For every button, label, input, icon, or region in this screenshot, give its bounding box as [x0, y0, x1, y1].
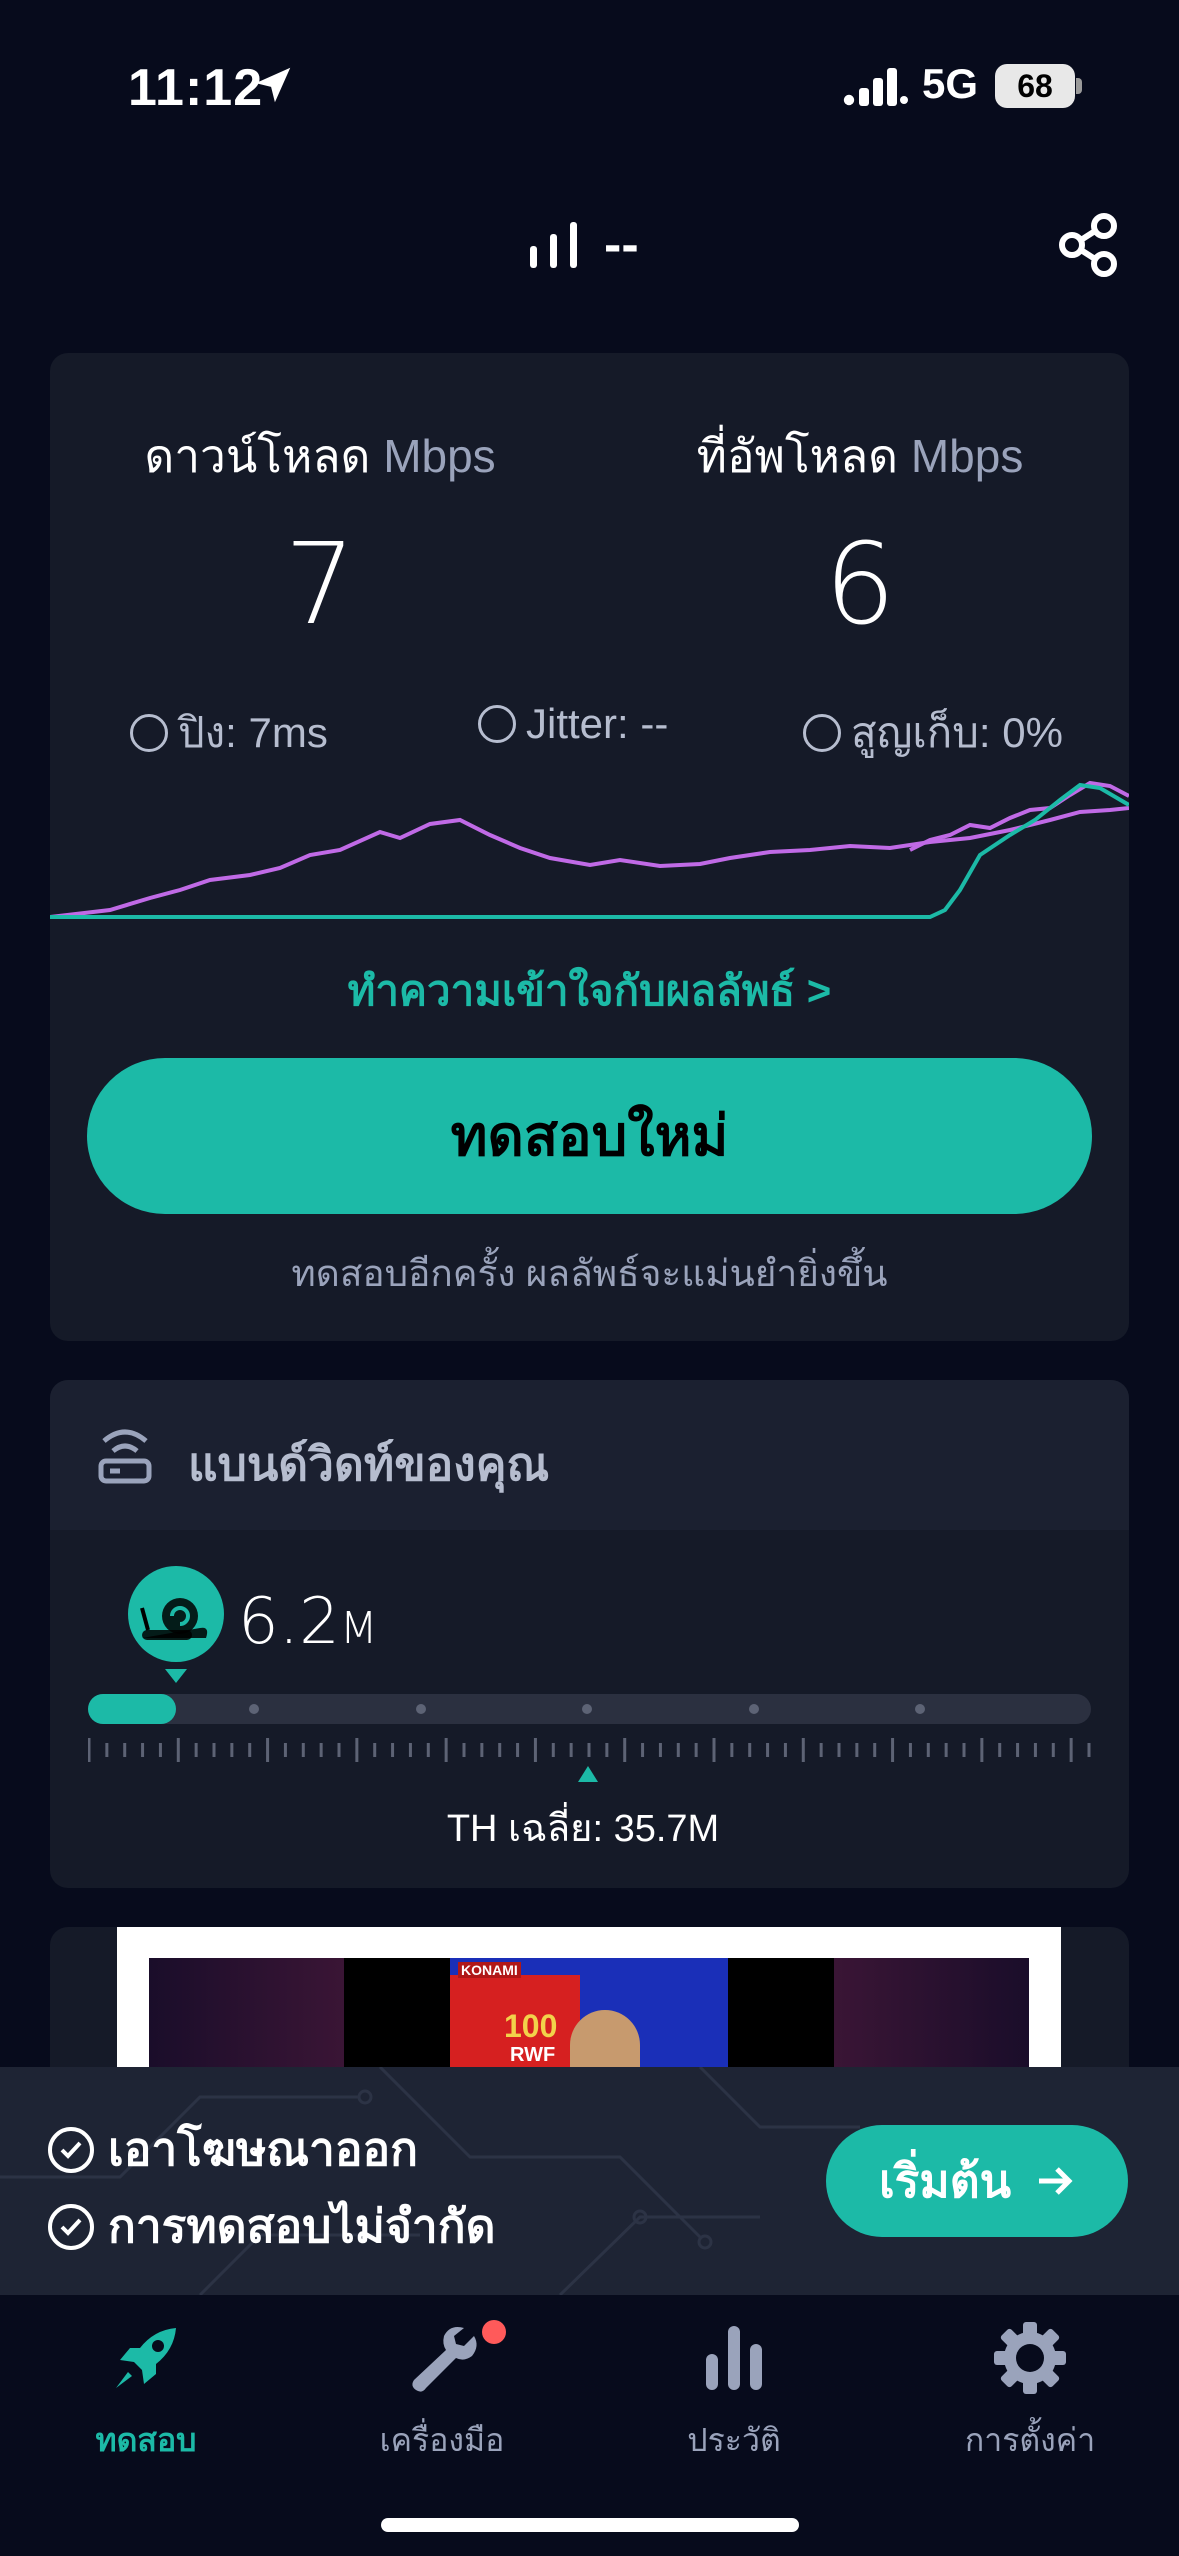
- loss-value: สูญเก็บ: 0%: [851, 709, 1063, 756]
- speed-unit: M: [339, 1603, 378, 1654]
- upload-line: [50, 782, 1129, 919]
- promo-item-text: การทดสอบไม่จำกัด: [108, 2200, 496, 2252]
- jitter-metric: Jitter: --: [478, 700, 668, 748]
- jitter-icon: [478, 705, 516, 743]
- bandwidth-speed: 6.2M: [238, 1585, 378, 1659]
- average-speed: TH เฉลี่ย: 35.7M: [446, 1808, 720, 1850]
- status-time: 11:12: [128, 59, 264, 117]
- loss-metric: สูญเก็บ: 0%: [803, 700, 1063, 766]
- ad-side-left: [149, 1958, 344, 2068]
- download-unit: Mbps: [383, 430, 496, 482]
- rocket-icon: [116, 2328, 176, 2388]
- track-dot: [915, 1704, 925, 1714]
- ad-position: RWF: [510, 2044, 556, 2066]
- tab-settings[interactable]: การตั้งค่า: [910, 2318, 1150, 2466]
- upload-label: ที่อัพโหลด Mbps: [540, 420, 1179, 493]
- download-label-text: ดาวน์โหลด: [144, 430, 371, 482]
- tab-label: การตั้งค่า: [964, 2422, 1096, 2458]
- start-button-label: เริ่มต้น: [878, 2154, 1012, 2207]
- ad-side-right: [834, 1958, 1029, 2068]
- share-icon[interactable]: [1058, 212, 1120, 278]
- track-dot: [416, 1704, 426, 1714]
- speed-graph: [50, 780, 1129, 919]
- understand-results-link[interactable]: ทำความเข้าใจกับผลลัพธ์ >: [0, 958, 1179, 1024]
- battery-tip: [1076, 78, 1082, 94]
- track-dot: [249, 1704, 259, 1714]
- packet-loss-icon: [803, 714, 841, 752]
- cellular-signal-icon: [843, 68, 908, 106]
- battery-indicator: 68: [995, 64, 1075, 108]
- track-dot: [749, 1704, 759, 1714]
- upload-label-text: ที่อัพโหลด: [696, 430, 899, 482]
- snail-icon: [128, 1566, 224, 1662]
- retest-button[interactable]: ทดสอบใหม่: [87, 1058, 1092, 1214]
- start-premium-button[interactable]: เริ่มต้น: [826, 2125, 1128, 2237]
- speed-pointer: [165, 1669, 187, 1683]
- connection-bars-icon: [530, 222, 577, 268]
- bandwidth-scale: [88, 1738, 1091, 1762]
- track-dot: [582, 1704, 592, 1714]
- upload-value: 6: [824, 520, 896, 650]
- retest-hint: ทดสอบอีกครั้ง ผลลัพธ์จะแม่นยำยิ่งขึ้น: [291, 1253, 888, 1294]
- promo-item-remove-ads: เอาโฆษณาออก: [48, 2113, 418, 2186]
- upload-unit: Mbps: [910, 430, 1024, 482]
- tab-test[interactable]: ทดสอบ: [26, 2318, 266, 2466]
- ping-value: ปิง: 7ms: [178, 709, 328, 756]
- connection-status: --: [604, 216, 639, 274]
- ad-brand: KONAMI: [458, 1962, 521, 1978]
- tab-label: ประวัติ: [687, 2422, 781, 2458]
- notification-badge: [482, 2320, 506, 2344]
- wrench-icon: [412, 2327, 477, 2392]
- tab-tools[interactable]: เครื่องมือ: [322, 2318, 562, 2466]
- promo-item-unlimited-tests: การทดสอบไม่จำกัด: [48, 2190, 495, 2263]
- promo-item-text: เอาโฆษณาออก: [108, 2123, 418, 2175]
- speed-value: 6.2: [238, 1585, 340, 1659]
- tab-label: เครื่องมือ: [379, 2422, 505, 2458]
- network-type: 5G: [922, 60, 979, 107]
- average-marker: [578, 1766, 598, 1782]
- jitter-value: Jitter: --: [526, 700, 669, 747]
- ping-icon: [130, 714, 168, 752]
- bandwidth-fill: [88, 1694, 176, 1724]
- ad-rating: 100: [504, 2008, 558, 2044]
- check-circle-icon: [48, 2203, 94, 2250]
- ping-metric: ปิง: 7ms: [130, 700, 328, 766]
- arrow-right-icon: [1039, 2167, 1073, 2195]
- bar-chart-icon: [706, 2326, 762, 2390]
- gear-icon: [994, 2322, 1066, 2394]
- tab-history[interactable]: ประวัติ: [614, 2318, 854, 2466]
- bandwidth-title: แบนด์วิดท์ของคุณ: [188, 1438, 550, 1490]
- home-indicator[interactable]: [381, 2518, 799, 2532]
- router-icon: [98, 1429, 152, 1484]
- check-circle-icon: [48, 2126, 94, 2173]
- tab-label: ทดสอบ: [95, 2422, 197, 2458]
- location-arrow-icon: [255, 67, 291, 103]
